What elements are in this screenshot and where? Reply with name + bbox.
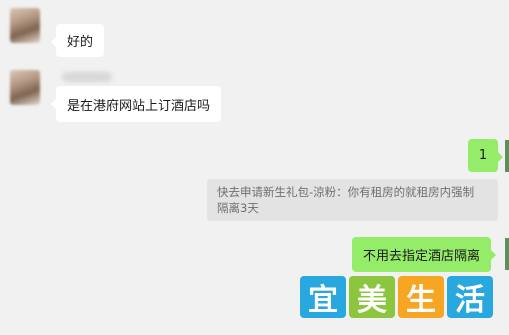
sender-name xyxy=(62,72,112,82)
logo-tile: 宜 xyxy=(300,276,346,318)
quoted-message[interactable]: 快去申请新生礼包-涼粉：你有租房的就租房内强制 隔离3天 xyxy=(207,179,498,221)
message-bubble-received[interactable]: 好的 xyxy=(50,24,105,57)
contact-avatar[interactable] xyxy=(10,8,40,43)
quote-text-line-1: 快去申请新生礼包-涼粉：你有租房的就租房内强制 xyxy=(217,185,475,199)
logo-tile: 生 xyxy=(398,276,444,318)
self-avatar[interactable] xyxy=(505,238,509,270)
quote-text-line-2: 隔离3天 xyxy=(217,201,259,215)
watermark-logo: 宜 美 生 活 xyxy=(300,276,496,318)
message-bubble-received[interactable]: 是在港府网站上订酒店吗 xyxy=(50,86,222,122)
logo-tile: 活 xyxy=(447,276,493,318)
message-bubble-sent[interactable]: 不用去指定酒店隔离 xyxy=(352,237,497,272)
self-avatar[interactable] xyxy=(505,140,509,172)
logo-tile: 美 xyxy=(349,276,395,318)
contact-avatar[interactable] xyxy=(10,70,40,105)
message-bubble-sent[interactable]: 1 xyxy=(468,139,503,172)
